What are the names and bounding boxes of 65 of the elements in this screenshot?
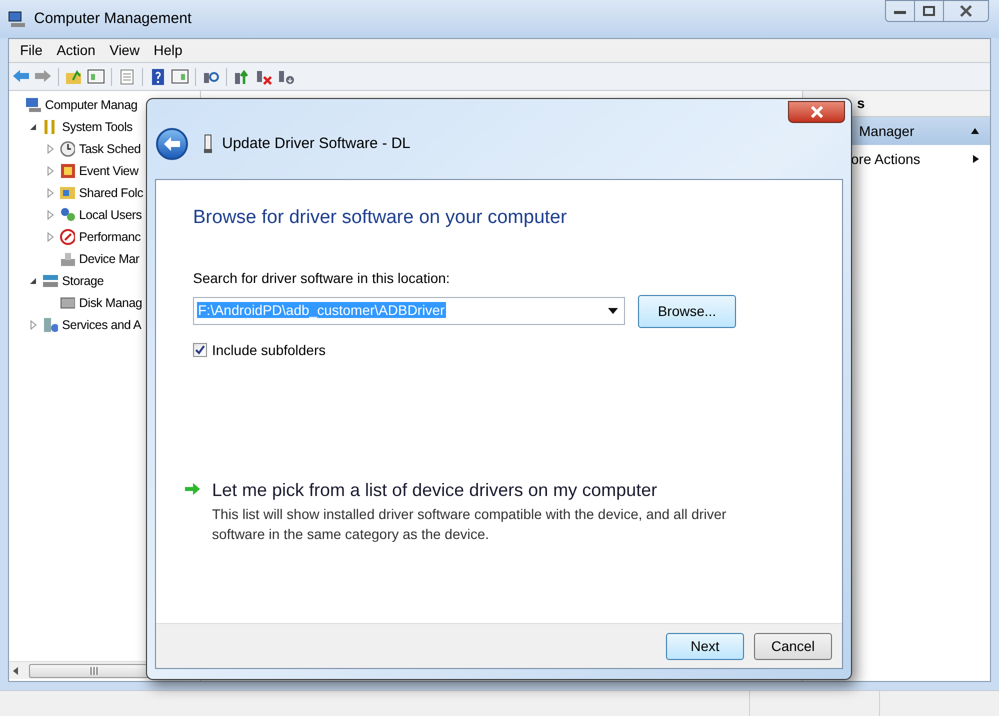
- pane-icon[interactable]: [87, 68, 105, 86]
- back-button[interactable]: [156, 128, 188, 160]
- storage-icon: [42, 272, 58, 290]
- expand-arrow-icon[interactable]: [45, 166, 55, 176]
- list-icon[interactable]: [118, 68, 136, 86]
- maximize-button[interactable]: [915, 0, 943, 22]
- device-icon: [59, 250, 75, 268]
- tree-item[interactable]: Task Sched: [79, 140, 141, 158]
- close-button[interactable]: [788, 101, 845, 123]
- maximize-icon: [923, 6, 935, 16]
- tree-item[interactable]: Storage: [62, 272, 104, 290]
- users-icon: [59, 206, 75, 224]
- tree-item[interactable]: Performanc: [79, 228, 141, 246]
- collapse-arrow-icon[interactable]: [28, 122, 38, 132]
- tree-item[interactable]: Shared Folc: [79, 184, 144, 202]
- tree-item[interactable]: Device Mar: [79, 250, 140, 268]
- computer-icon: [8, 10, 26, 28]
- close-icon: [810, 106, 824, 118]
- dialog-button[interactable]: Next: [666, 632, 744, 660]
- tree-item[interactable]: Disk Manag: [79, 294, 142, 312]
- folder-up-icon[interactable]: [65, 68, 83, 86]
- expand-arrow-icon[interactable]: [45, 188, 55, 198]
- help-icon[interactable]: [149, 68, 167, 86]
- checkbox[interactable]: [193, 343, 207, 357]
- minimize-icon: [894, 8, 906, 14]
- clock-icon: [59, 140, 75, 158]
- usb-device-icon: [202, 134, 214, 154]
- menu-item[interactable]: File: [13, 40, 50, 61]
- close-icon: [959, 5, 973, 17]
- browse-button[interactable]: Browse...: [638, 294, 736, 328]
- close-button[interactable]: [943, 0, 989, 22]
- tree-item[interactable]: Services and A: [62, 316, 142, 334]
- tree-item[interactable]: Local Users: [79, 206, 142, 224]
- tree-item[interactable]: System Tools: [62, 118, 133, 136]
- expand-arrow-icon[interactable]: [45, 232, 55, 242]
- expand-arrow-icon[interactable]: [45, 210, 55, 220]
- command-link-description: This list will show installed driver software compatible with the device, and all driver software in the same category as the device.: [212, 504, 728, 544]
- tree-item[interactable]: Event View: [79, 162, 138, 180]
- collapse-arrow-icon[interactable]: [28, 276, 38, 286]
- tree-item[interactable]: Computer Manag: [45, 96, 138, 114]
- menu-item[interactable]: Action: [50, 40, 102, 61]
- command-link[interactable]: Let me pick from a list of device drivers on my computer: [212, 476, 752, 504]
- grip-icon: [89, 666, 99, 674]
- dialog-heading: Browse for driver software on your computer: [193, 206, 568, 230]
- field-label: Search for driver software in this location:: [193, 268, 451, 288]
- expand-arrow-icon[interactable]: [45, 144, 55, 154]
- back-arrow-icon: [163, 136, 181, 152]
- check-icon: [195, 345, 205, 355]
- pane-header: s: [857, 94, 865, 113]
- menu-item[interactable]: View: [102, 40, 147, 61]
- submenu-arrow-icon: [972, 154, 980, 164]
- arrow-icon: [184, 480, 202, 496]
- pane-icon[interactable]: [171, 68, 189, 86]
- dialog-button[interactable]: Cancel: [754, 632, 832, 660]
- collapse-arrow-icon: [970, 127, 980, 135]
- menu-item[interactable]: Help: [146, 40, 190, 61]
- checkbox-label: Include subfolders: [212, 340, 326, 360]
- update-driver-icon[interactable]: [233, 68, 251, 86]
- window-title: Computer Management: [34, 8, 192, 29]
- computer-icon: [25, 96, 41, 114]
- expand-arrow-icon[interactable]: [28, 320, 38, 330]
- minimize-button[interactable]: [885, 0, 915, 22]
- action-item[interactable]: ore Actions: [803, 145, 990, 173]
- dialog-title: Update Driver Software - DL: [222, 134, 410, 154]
- dropdown-arrow-icon: [608, 308, 618, 314]
